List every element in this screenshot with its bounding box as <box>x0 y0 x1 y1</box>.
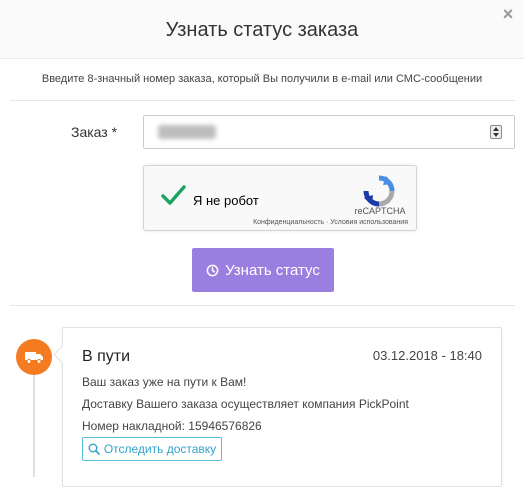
search-icon <box>88 443 100 455</box>
modal-header: Узнать статус заказа × <box>0 0 524 59</box>
captcha-label: Я не робот <box>193 193 259 208</box>
track-delivery-button[interactable]: Отследить доставку <box>82 437 222 461</box>
timeline-status-badge <box>16 339 52 375</box>
order-number-input[interactable] <box>143 115 515 149</box>
status-title: В пути <box>82 348 131 365</box>
history-icon <box>206 264 219 276</box>
status-card: В пути 03.12.2018 - 18:40 Ваш заказ уже … <box>53 327 502 487</box>
recaptcha-logo-icon <box>363 175 395 207</box>
number-spinner[interactable] <box>490 125 502 139</box>
recaptcha-brand: reCAPTCHA <box>354 206 406 216</box>
spinner-down-icon[interactable] <box>493 133 499 137</box>
track-delivery-label: Отследить доставку <box>103 442 217 456</box>
divider <box>10 100 515 101</box>
status-message: Ваш заказ уже на пути к Вам! <box>82 375 247 389</box>
divider <box>10 305 515 306</box>
close-icon[interactable]: × <box>500 5 516 23</box>
card-pointer <box>53 345 72 364</box>
recaptcha-widget: Я не робот reCAPTCHA Конфиденциальность … <box>143 165 417 231</box>
order-status-modal: Узнать статус заказа × Введите 8-значный… <box>0 0 524 487</box>
order-hint: Введите 8-значный номер заказа, который … <box>41 73 483 85</box>
checkmark-icon[interactable] <box>160 182 186 208</box>
order-number-blurred-value <box>158 125 216 139</box>
recaptcha-links[interactable]: Конфиденциальность · Условия использован… <box>144 219 408 226</box>
get-status-label: Узнать статус <box>225 261 320 279</box>
timeline-line <box>33 370 35 477</box>
order-label: Заказ * <box>71 124 118 140</box>
waybill-number: Номер накладной: 15946576826 <box>82 419 262 433</box>
get-status-button[interactable]: Узнать статус <box>192 248 334 292</box>
status-date: 03.12.2018 - 18:40 <box>372 348 482 363</box>
spinner-up-icon[interactable] <box>493 127 499 131</box>
truck-icon <box>25 352 43 364</box>
modal-title: Узнать статус заказа <box>165 19 359 41</box>
carrier-info: Доставку Вашего заказа осуществляет комп… <box>82 397 409 411</box>
